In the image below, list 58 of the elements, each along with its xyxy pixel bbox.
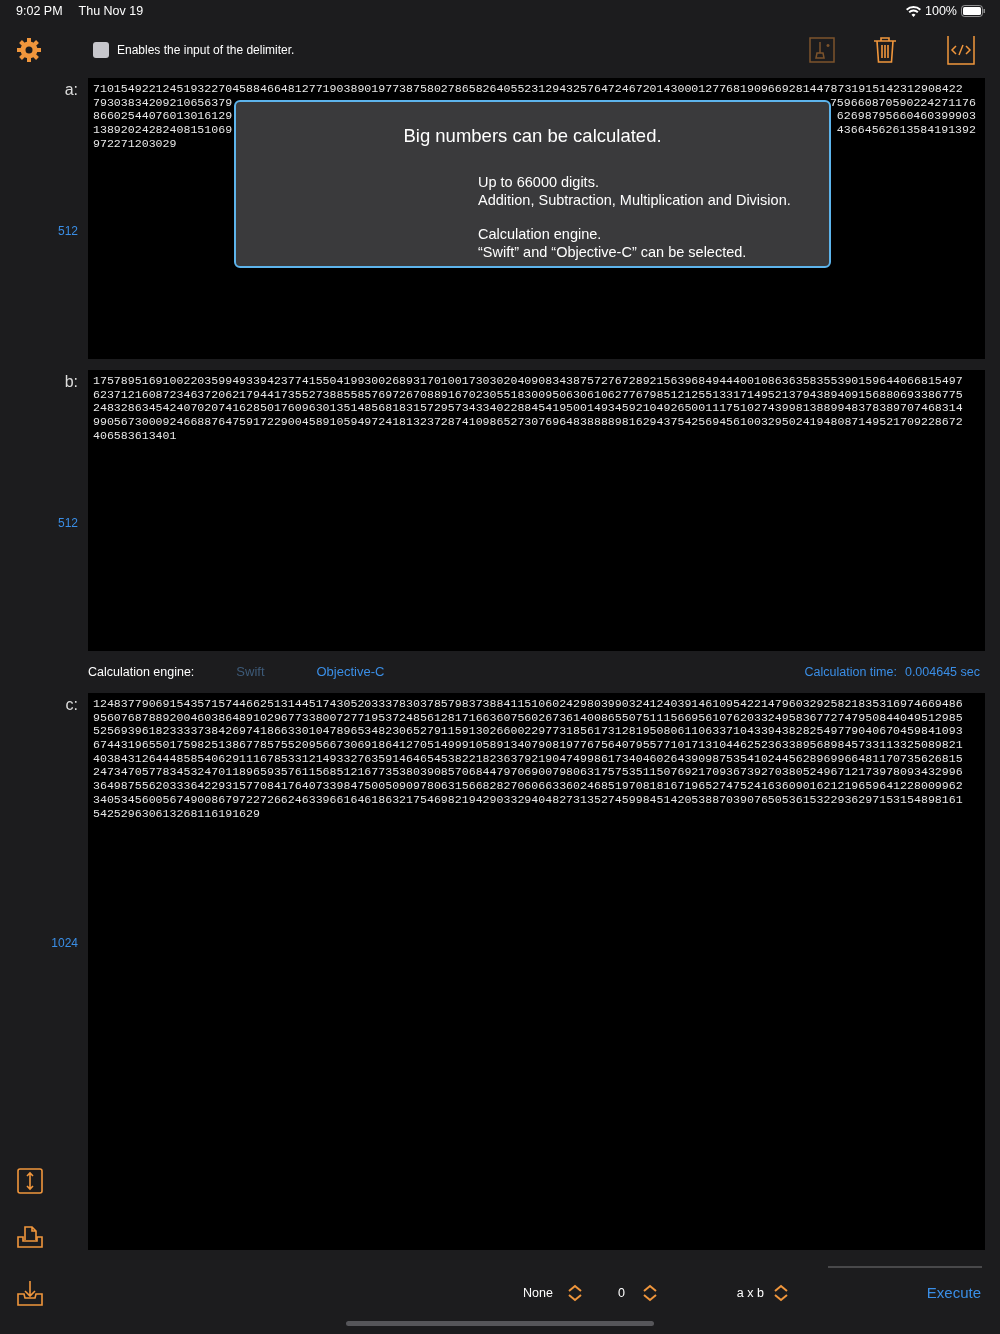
digit-count: 512 xyxy=(56,514,79,532)
battery-level: 100% xyxy=(925,2,957,20)
number-text: 36498755620333642293157708417640733984750050909780631566828270606633602468519708181671965274752416360901621219659641228009962 xyxy=(93,779,963,793)
status-date: Thu Nov 19 xyxy=(78,2,144,20)
operand-label: a: xyxy=(63,80,79,100)
number-text: 12483779069154357157446625131445174305203337830378579837388411510602429803990324124039146109542214796032925821835316974669486 xyxy=(93,697,963,711)
number-text: 52569396182333373842697418663301047896534823065279115913026600229773185617312819508061106337104339438282549779040670459841093 xyxy=(93,724,963,739)
number-text: 972271203029 xyxy=(93,136,177,151)
digit-count: 512 xyxy=(56,222,79,240)
popup-text: Addition, Subtraction, Multiplication and Division. xyxy=(478,190,792,209)
picker-value[interactable]: a x b xyxy=(736,1283,764,1303)
number-text: 67443196550175982513867785755209566730691864127051499910589134079081977675640795577101713104462523633895689845733113325089821 xyxy=(93,738,963,752)
digit-count: 1024 xyxy=(50,934,79,952)
number-text: 24734705778345324701189659357611568512167735380390857068447970690079806317575351150769217093673927038052496712173978093432996 xyxy=(93,765,963,780)
status-time: 9:02 PM xyxy=(16,2,63,20)
number-text: 86602544076013016129 xyxy=(93,109,233,124)
engine-option[interactable]: Objective-C xyxy=(316,662,385,682)
settings-icon[interactable] xyxy=(16,37,42,63)
download-icon[interactable] xyxy=(17,1280,43,1306)
number-text: 62371216087234637206217944173552738855857697267088916702305518300950630610627767985121255133171495213794389409156880693386775 xyxy=(93,387,963,402)
stepper-icon[interactable] xyxy=(641,1284,658,1302)
battery-icon xyxy=(961,5,986,17)
number-text: 759660870590224271176 xyxy=(829,95,976,110)
popup-text: Calculation engine. xyxy=(478,224,603,243)
number-text: 71015492212451932270458846648127719038901977387580278658264055231294325764724672014300012776819096692814478731915142312908422 xyxy=(93,82,963,96)
stepper-icon[interactable] xyxy=(772,1284,789,1302)
time-label: Calculation time: xyxy=(804,663,897,681)
operand-label: b: xyxy=(63,372,79,392)
number-text: 542529630613268116191629 xyxy=(93,806,260,821)
number-area[interactable] xyxy=(88,693,985,1250)
number-text: 62698795660460399903 xyxy=(836,109,976,124)
number-area[interactable] xyxy=(88,370,985,651)
number-text: 40384312644485854062911167853312149332763591464654538221823637921904749986173404602643909875354102445628969966481170735626815 xyxy=(93,751,963,766)
delimiter-label: Enables the input of the delimiter. xyxy=(117,42,295,59)
trash-icon[interactable] xyxy=(873,37,897,63)
number-text: 34053456005674900867972272662463396616461863217546982194290332940482731352745998451420538870390765053615322936297153154898161 xyxy=(93,792,963,807)
number-text: 95607687889200460386489102967733800727719537248561281716636075602673614008655075111566956107620332495836772747950844049512985 xyxy=(93,710,963,725)
number-text: 13892024282408151069 xyxy=(93,123,233,137)
delimiter-checkbox[interactable] xyxy=(93,42,109,58)
execute-button[interactable]: Execute xyxy=(926,1281,981,1305)
number-text: 17578951691002203599493394237741550419930026893170100173030204090834387572767289215639684944400108636358355390159644066815497 xyxy=(93,374,963,388)
picker-value[interactable]: 0 xyxy=(617,1283,625,1303)
number-text: 406583613401 xyxy=(93,428,177,443)
time-value: 0.004645 sec xyxy=(904,663,980,681)
picker-value[interactable]: None xyxy=(523,1283,553,1303)
popup-text: Up to 66000 digits. xyxy=(478,172,600,191)
wifi-icon xyxy=(906,5,921,17)
stepper-icon[interactable] xyxy=(566,1284,583,1302)
code-icon[interactable] xyxy=(947,35,975,65)
operand-label: c: xyxy=(64,695,79,715)
engine-label: Calculation engine: xyxy=(88,663,195,681)
popup-text: “Swift” and “Objective-C” can be selected. xyxy=(478,242,748,261)
number-text: 79303834209210656379 xyxy=(93,95,233,110)
number-area[interactable] xyxy=(88,78,985,359)
number-text: 43664562613584191392 xyxy=(836,123,976,137)
popup-title: Big numbers can be calculated. xyxy=(402,124,663,148)
number-text: 99056730009246688764759172290045891059497241813237287410986527307696483888898162943754256945610032950241948087149521709228672 xyxy=(93,415,963,429)
number-text: 24832863454240702074162850176096301351485681831572957343340228845419500149345921049265001117510274399813889948378389707468314 xyxy=(93,401,963,416)
